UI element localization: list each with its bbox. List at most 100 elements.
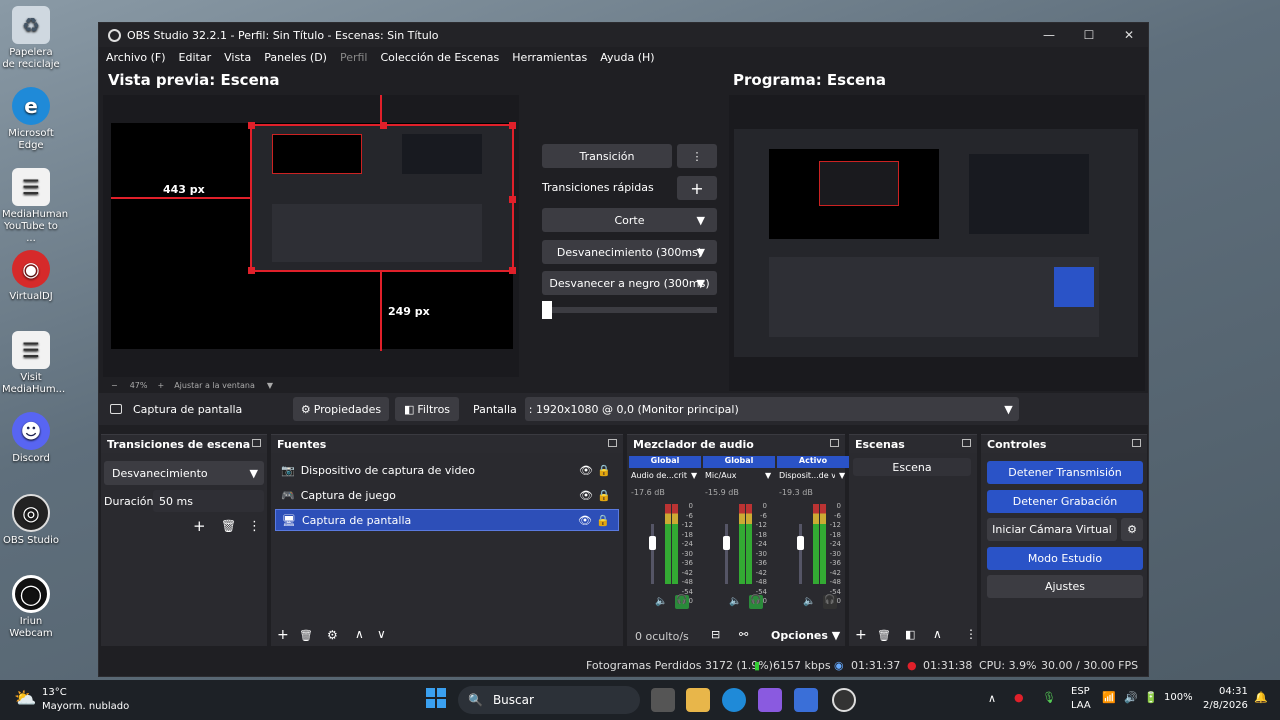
fader-knob[interactable] [797,536,804,550]
edge-taskbar-icon[interactable] [722,688,746,712]
desktop-icon-obs[interactable]: ◎ OBS Studio [2,494,60,547]
popout-icon[interactable] [830,439,839,447]
battery-icon[interactable]: 🔋 [1144,691,1158,704]
maximize-button[interactable]: ☐ [1069,23,1109,47]
more-icon[interactable]: ⋮ [248,519,261,534]
speaker-icon[interactable]: 🔈 [655,596,667,607]
gear-icon[interactable]: ⚙ [327,628,338,642]
copilot-icon[interactable] [758,688,782,712]
chevron-up-icon[interactable]: ∧ [933,627,942,641]
desktop-icon-mediahuman[interactable]: ☰ MediaHuman YouTube to ... [2,168,68,245]
desktop-icon-visit-mediahuman[interactable]: ☰ Visit MediaHum... [2,331,65,396]
menu-paneles[interactable]: Paneles (D) [264,51,327,64]
settings-button[interactable]: Ajustes [987,575,1143,598]
source-item[interactable]: 🎮 Captura de juego 👁 🔒 [275,484,619,506]
lang-2[interactable]: LAA [1071,700,1091,711]
tray-app-icon[interactable]: ● [1014,691,1024,704]
transition-select[interactable]: Desvanecimiento ▼ [104,461,264,485]
lock-icon[interactable]: 🔒 [596,514,610,527]
desktop-icon-edge[interactable]: e Microsoft Edge [2,87,60,152]
add-icon[interactable]: + [277,627,289,643]
menu-herramientas[interactable]: Herramientas [512,51,587,64]
virtual-camera-button[interactable]: Iniciar Cámara Virtual [987,518,1117,541]
menu-perfil[interactable]: Perfil [340,51,368,64]
speaker-icon[interactable]: 🔈 [729,596,741,607]
microphone-icon[interactable]: 🎙 [1042,691,1056,704]
quick-transition-cut[interactable]: Corte ▼ [542,208,717,232]
scene-item[interactable]: Escena [853,458,971,476]
store-icon[interactable] [794,688,818,712]
headphones-icon[interactable]: 🎧 [675,595,689,609]
desktop-icon-virtualdj[interactable]: ◉ VirtualDJ [2,250,60,303]
transition-button[interactable]: Transición [542,144,672,168]
lang-1[interactable]: ESP [1071,686,1090,697]
add-icon[interactable]: + [855,627,867,643]
popout-icon[interactable] [1132,439,1141,447]
minimize-button[interactable]: — [1029,23,1069,47]
trash-icon[interactable]: 🗑 [299,629,313,642]
screen-select[interactable]: : 1920x1080 @ 0,0 (Monitor principal) ▼ [524,397,1019,421]
desktop-icon-iriun[interactable]: ◯ Iriun Webcam [2,575,60,640]
channel-name[interactable]: Audio de...critorio [631,471,687,480]
filter-icon[interactable]: ◧ [905,628,915,641]
preview-canvas[interactable]: 443 px 249 px [103,95,519,377]
menu-editar[interactable]: Editar [179,51,212,64]
menu-vista[interactable]: Vista [224,51,251,64]
taskbar-search[interactable]: 🔍 Buscar [458,686,640,714]
volume-fader[interactable] [725,524,728,584]
tbar-handle[interactable] [542,301,552,319]
headphones-icon[interactable]: 🎧 [749,595,763,609]
obs-taskbar-icon[interactable] [832,688,856,712]
add-quick-transition-icon[interactable]: + [677,176,717,200]
volume-icon[interactable]: 🔊 [1124,691,1138,704]
transition-more-icon[interactable]: ⋮ [677,144,717,168]
chevron-down-icon[interactable]: ∨ [377,627,386,641]
link-icon[interactable]: ⚯ [739,628,748,641]
clock-time[interactable]: 04:31 [1219,686,1248,697]
fader-knob[interactable] [649,536,656,550]
mixer-options[interactable]: Opciones ▼ [771,629,840,642]
gear-icon[interactable]: ⚙ [1121,518,1143,541]
properties-button[interactable]: ⚙ Propiedades [293,397,389,421]
preview-source-selection[interactable] [248,122,516,274]
wifi-icon[interactable]: 📶 [1102,691,1116,704]
headphones-icon[interactable]: 🎧 [823,595,837,609]
fit-window[interactable]: Ajustar a la ventana [174,381,255,390]
weather-icon[interactable]: ⛅ [14,688,36,709]
menu-coleccion[interactable]: Colección de Escenas [381,51,500,64]
popout-icon[interactable] [252,439,261,447]
task-view-icon[interactable] [651,688,675,712]
more-icon[interactable]: ⋮ [965,627,977,641]
add-icon[interactable]: + [193,517,206,535]
filters-button[interactable]: ◧ Filtros [395,397,459,421]
zoom-out-button[interactable]: − [111,381,118,390]
lock-icon[interactable]: 🔒 [597,489,611,502]
chevron-down-icon[interactable]: ▼ [691,471,697,480]
eye-icon[interactable]: 👁 [579,489,593,502]
zoom-in-button[interactable]: + [157,381,164,390]
tbar-slider[interactable] [542,301,717,319]
stop-record-button[interactable]: Detener Grabación [987,490,1143,513]
volume-fader[interactable] [651,524,654,584]
eye-icon[interactable]: 👁 [578,514,592,527]
source-item-selected[interactable]: 🖥 Captura de pantalla 👁 🔒 [275,509,619,531]
desktop-icon-recycle-bin[interactable]: ♻ Papelera de reciclaje [2,6,60,71]
quick-transition-fade[interactable]: Desvanecimiento (300ms) ▼ [542,240,717,264]
file-explorer-icon[interactable] [686,688,710,712]
speaker-icon[interactable]: 🔈 [803,596,815,607]
quick-transition-black[interactable]: Desvanecer a negro (300ms) ▼ [542,271,717,295]
clock-date[interactable]: 2/8/2026 [1203,700,1248,711]
trash-icon[interactable]: 🗑 [221,519,236,533]
layout-icon[interactable]: ⊟ [711,628,720,641]
lock-icon[interactable]: 🔒 [597,464,611,477]
fit-dropdown-icon[interactable]: ▼ [267,381,273,390]
popout-icon[interactable] [962,439,971,447]
menu-archivo[interactable]: Archivo (F) [106,51,166,64]
notification-icon[interactable]: 🔔 [1254,691,1268,704]
stop-stream-button[interactable]: Detener Transmisión [987,461,1143,484]
chevron-down-icon[interactable]: ▼ [839,471,845,480]
volume-fader[interactable] [799,524,802,584]
close-button[interactable]: ✕ [1109,23,1149,47]
chevron-up-icon[interactable]: ∧ [355,627,364,641]
trash-icon[interactable]: 🗑 [877,629,891,642]
